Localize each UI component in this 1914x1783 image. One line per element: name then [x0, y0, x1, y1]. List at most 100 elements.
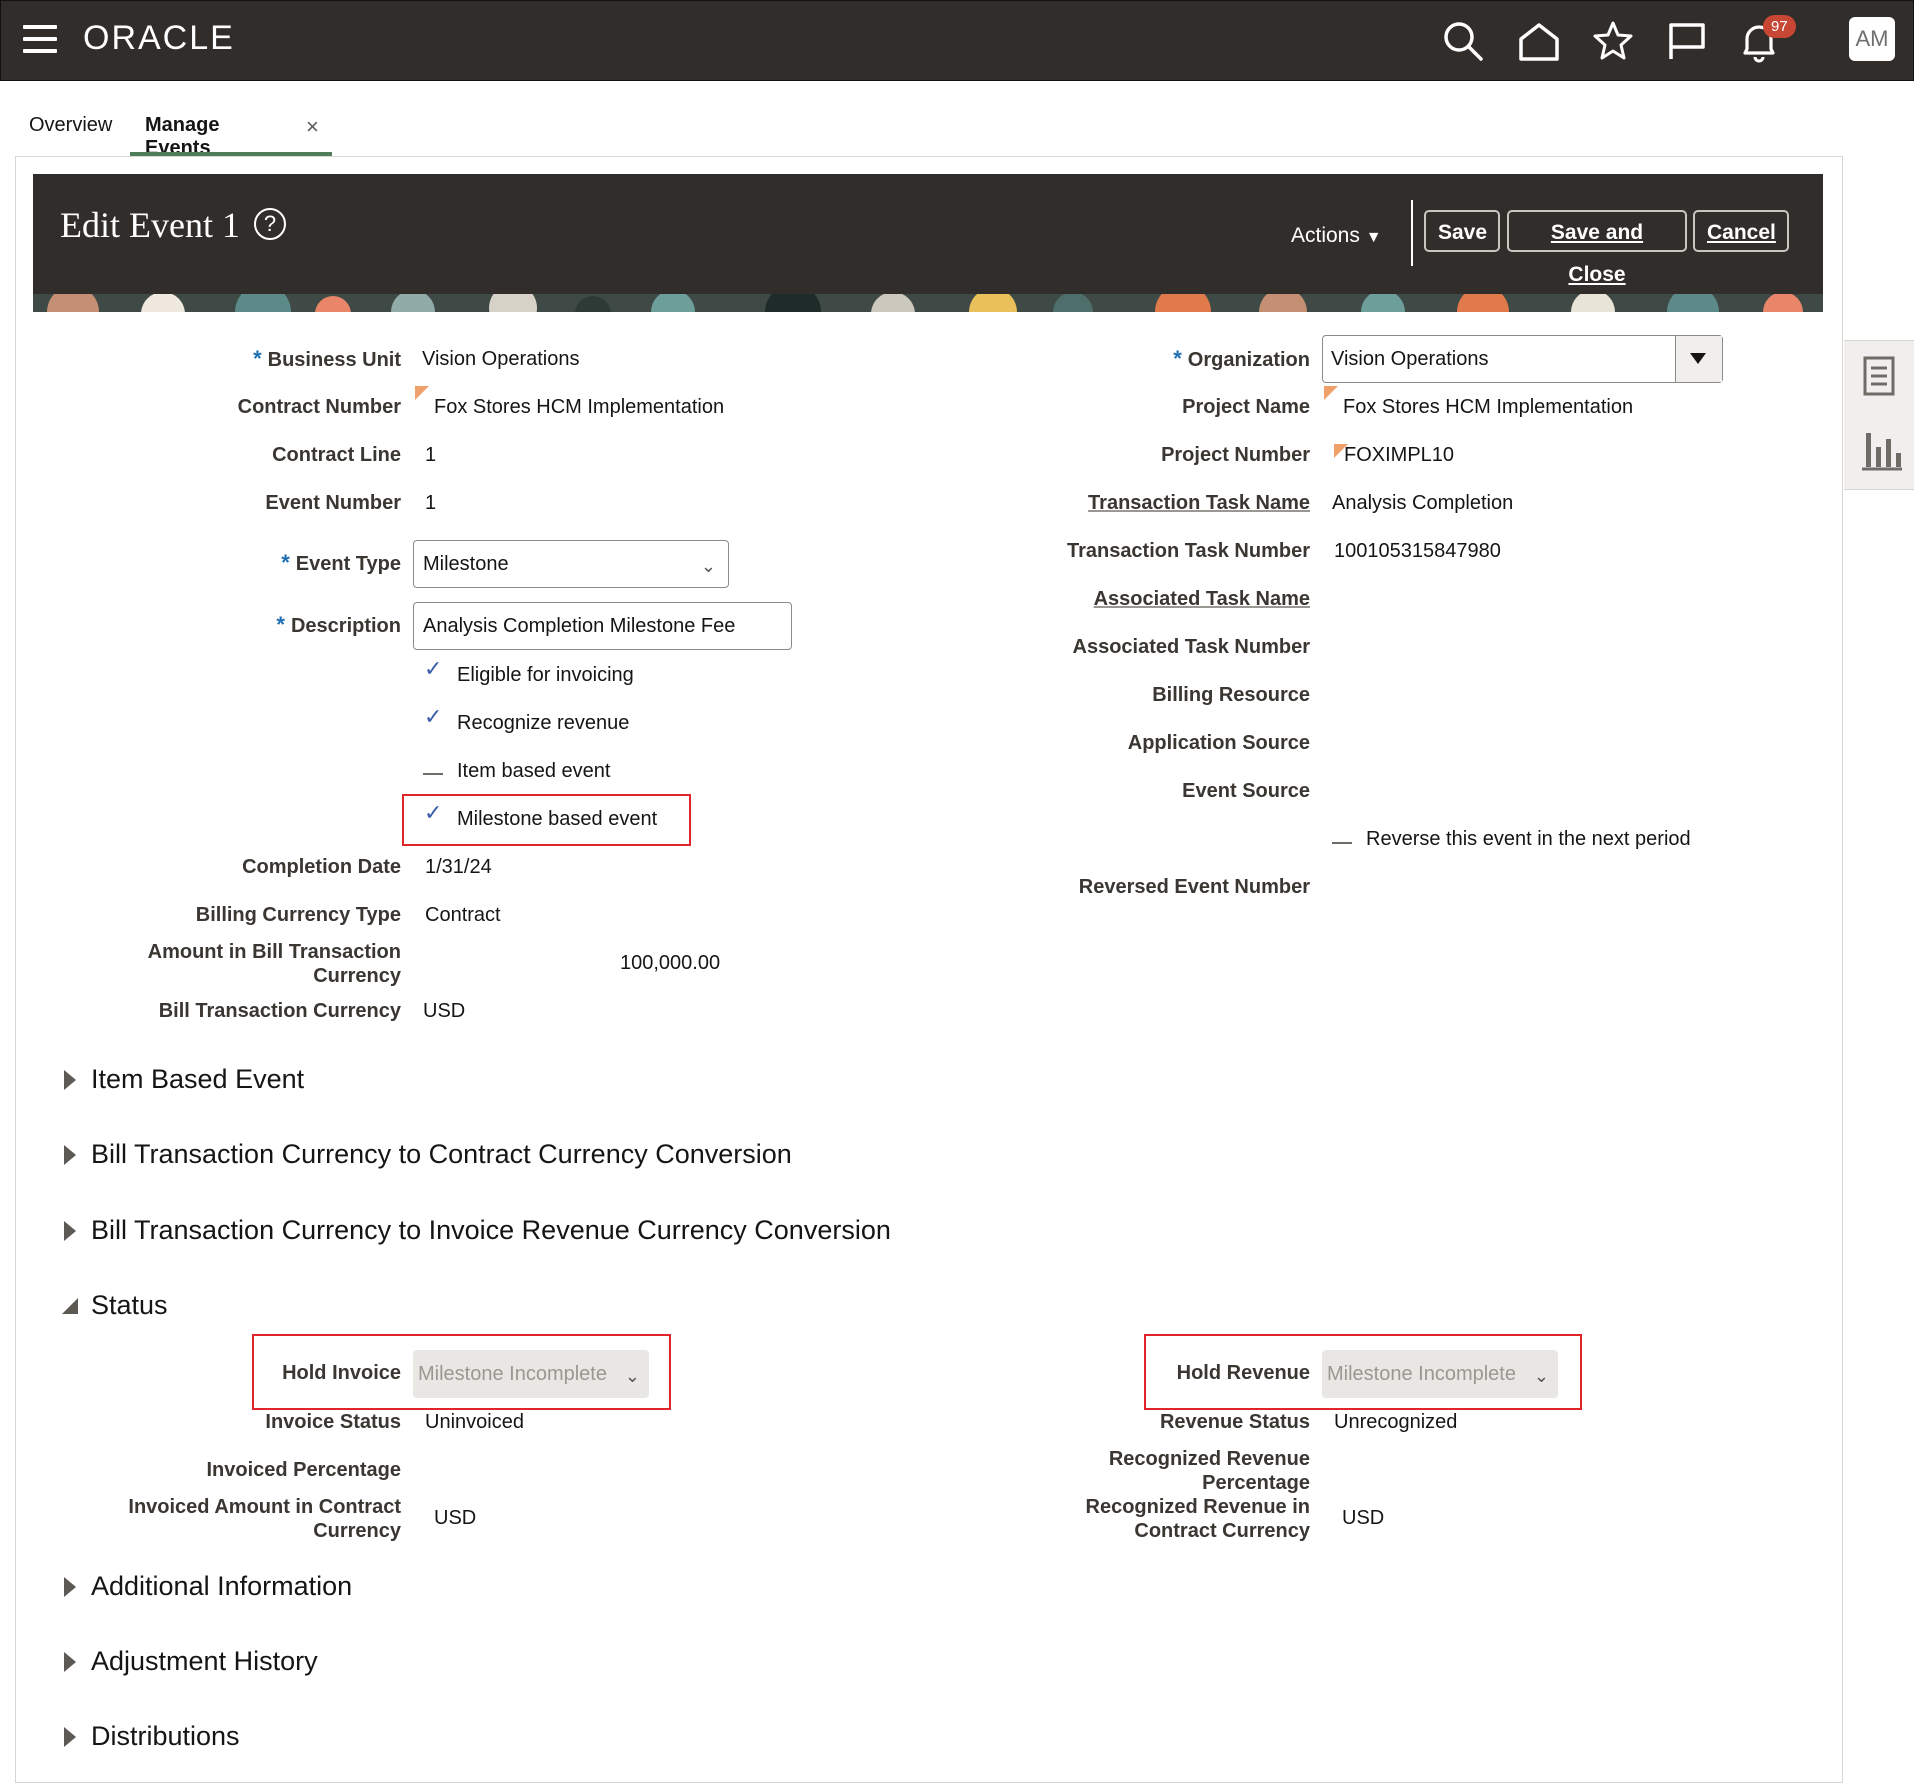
user-avatar[interactable]: AM: [1849, 17, 1895, 61]
contract-line-label: Contract Line: [272, 444, 401, 466]
milestone-based-event-check-icon[interactable]: ✓: [424, 800, 442, 826]
hold-invoice-value: Milestone Incomplete: [418, 1363, 607, 1385]
cancel-button[interactable]: Cancel: [1693, 210, 1789, 252]
bill-transaction-currency-value: USD: [423, 1000, 466, 1022]
event-source-label: Event Source: [1182, 780, 1310, 802]
info-flag-icon: [1324, 386, 1338, 400]
save-and-close-button[interactable]: Save and Close: [1507, 210, 1687, 286]
transaction-task-name-value: Analysis Completion: [1332, 492, 1514, 514]
section-adjustment-history[interactable]: Adjustment History: [91, 1646, 318, 1677]
expand-icon[interactable]: [64, 1727, 76, 1747]
contract-line-value: 1: [425, 444, 437, 466]
search-icon[interactable]: [1441, 19, 1485, 63]
caret-down-icon: ▼: [1365, 229, 1382, 246]
section-distributions[interactable]: Distributions: [91, 1721, 240, 1752]
actions-label: Actions: [1291, 224, 1360, 247]
invoiced-percentage-label: Invoiced Percentage: [206, 1459, 401, 1481]
recognized-revenue-contract-label: Recognized Revenue in Contract Currency: [1085, 1496, 1311, 1542]
hold-revenue-value: Milestone Incomplete: [1327, 1363, 1516, 1385]
eligible-invoicing-label: Eligible for invoicing: [457, 664, 634, 686]
item-based-event-label: Item based event: [457, 760, 611, 782]
global-header: ORACLE 97 AM: [0, 0, 1914, 81]
event-type-value: Milestone: [423, 553, 509, 575]
event-number-value: 1: [425, 492, 437, 514]
page-title: Edit Event 1: [60, 205, 240, 245]
completion-date-value: 1/31/24: [425, 856, 492, 878]
hold-revenue-select[interactable]: Milestone Incomplete ⌄: [1322, 1350, 1558, 1398]
bar-chart-icon[interactable]: [1860, 427, 1902, 471]
business-unit-label: * Business Unit: [253, 346, 401, 371]
caret-down-icon: [1690, 353, 1706, 364]
recognize-revenue-label: Recognize revenue: [457, 712, 630, 734]
hold-invoice-select[interactable]: Milestone Incomplete ⌄: [413, 1350, 649, 1398]
project-name-value: Fox Stores HCM Implementation: [1343, 396, 1634, 418]
save-button[interactable]: Save: [1424, 210, 1500, 252]
section-status[interactable]: Status: [91, 1290, 168, 1321]
event-type-select[interactable]: Milestone ⌄: [413, 540, 729, 588]
section-bill-to-contract-conversion[interactable]: Bill Transaction Currency to Contract Cu…: [91, 1139, 792, 1170]
expand-icon[interactable]: [64, 1652, 76, 1672]
page-header: Edit Event 1 ? Actions ▼ Save Save and C…: [33, 174, 1823, 294]
expand-icon[interactable]: [64, 1145, 76, 1165]
oracle-logo[interactable]: ORACLE: [83, 19, 235, 58]
transaction-task-name-label[interactable]: Transaction Task Name: [1088, 492, 1310, 515]
section-item-based-event[interactable]: Item Based Event: [91, 1064, 304, 1095]
hold-revenue-label: Hold Revenue: [1176, 1362, 1310, 1384]
event-number-label: Event Number: [265, 492, 401, 514]
hamburger-icon[interactable]: [23, 25, 57, 53]
flag-icon[interactable]: [1665, 19, 1709, 63]
reversed-event-number-label: Reversed Event Number: [1078, 876, 1310, 898]
organization-label: * Organization: [1173, 346, 1310, 371]
associated-task-number-label: Associated Task Number: [1072, 636, 1311, 658]
amount-bill-currency-value: 100,000.00: [620, 952, 721, 974]
description-input[interactable]: Analysis Completion Milestone Fee: [413, 602, 792, 650]
associated-task-name-label[interactable]: Associated Task Name: [1094, 588, 1310, 611]
section-bill-to-invoice-conversion[interactable]: Bill Transaction Currency to Invoice Rev…: [91, 1215, 891, 1246]
hold-invoice-label: Hold Invoice: [282, 1362, 401, 1384]
business-unit-value: Vision Operations: [422, 348, 580, 370]
contract-number-label: Contract Number: [237, 396, 401, 418]
milestone-based-event-label: Milestone based event: [457, 808, 658, 830]
transaction-task-number-label: Transaction Task Number: [1066, 540, 1310, 562]
expand-icon[interactable]: [64, 1221, 76, 1241]
item-based-event-checkbox[interactable]: [423, 773, 443, 775]
dropdown-button[interactable]: [1675, 336, 1722, 382]
project-name-label: Project Name: [1182, 396, 1310, 418]
revenue-status-label: Revenue Status: [1159, 1411, 1310, 1433]
actions-menu[interactable]: Actions ▼: [1291, 224, 1382, 248]
organization-select[interactable]: Vision Operations: [1322, 335, 1723, 383]
description-label: * Description: [276, 612, 401, 637]
home-icon[interactable]: [1517, 19, 1561, 63]
toolbar-separator: [1411, 200, 1413, 266]
billing-resource-label: Billing Resource: [1152, 684, 1310, 706]
invoice-status-label: Invoice Status: [265, 1411, 401, 1433]
document-icon[interactable]: [1862, 355, 1896, 397]
eligible-invoicing-check-icon[interactable]: ✓: [424, 656, 442, 682]
side-panel: [1844, 340, 1914, 490]
reverse-event-checkbox[interactable]: [1332, 842, 1352, 844]
completion-date-label: Completion Date: [242, 856, 401, 878]
chevron-down-icon: ⌄: [700, 556, 716, 576]
collapse-icon[interactable]: [62, 1298, 78, 1314]
tab-close-icon[interactable]: ×: [306, 114, 319, 140]
bill-transaction-currency-label: Bill Transaction Currency: [158, 1000, 401, 1022]
contract-number-value: Fox Stores HCM Implementation: [434, 396, 725, 418]
invoiced-amount-label: Invoiced Amount in Contract Currency: [128, 1496, 401, 1542]
help-icon[interactable]: ?: [254, 208, 286, 240]
billing-currency-type-label: Billing Currency Type: [195, 904, 401, 926]
decorative-banner: [33, 294, 1823, 312]
transaction-task-number-value: 100105315847980: [1334, 540, 1501, 562]
invoiced-amount-value: USD: [434, 1507, 477, 1529]
star-icon[interactable]: [1591, 19, 1635, 63]
tab-overview[interactable]: Overview: [29, 114, 112, 137]
reverse-event-label: Reverse this event in the next period: [1366, 828, 1691, 850]
recognize-revenue-check-icon[interactable]: ✓: [424, 704, 442, 730]
billing-currency-type-value: Contract: [425, 904, 501, 926]
recognized-revenue-percentage-label: Recognized Revenue Percentage: [1108, 1448, 1310, 1494]
expand-icon[interactable]: [64, 1577, 76, 1597]
info-flag-icon: [415, 386, 429, 400]
chevron-down-icon: ⌄: [1533, 1366, 1549, 1386]
section-additional-information[interactable]: Additional Information: [91, 1571, 352, 1602]
expand-icon[interactable]: [64, 1070, 76, 1090]
notification-badge: 97: [1763, 15, 1796, 38]
